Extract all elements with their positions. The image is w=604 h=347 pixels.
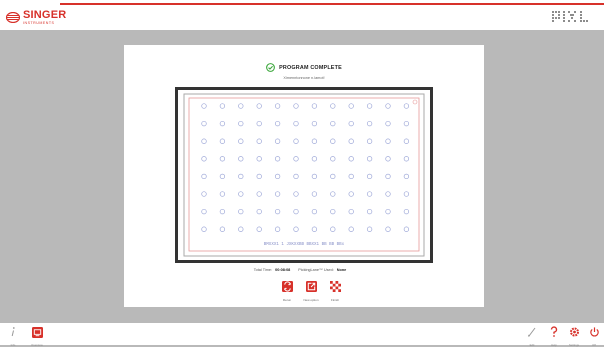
brand-subname: INSTRUMENTS [23,21,55,25]
singer-logo: SINGER INSTRUMENTS [6,10,66,26]
status-subtitle: Ximenntonnone n.lamot! [283,76,325,80]
rerun-icon [281,281,293,292]
edit-label: Edit [529,343,535,347]
power-label: Off [592,343,596,347]
overview-icon [31,327,43,338]
overview-button[interactable]: Overview [28,325,46,347]
pickinglane-label: PickingLane™ Used: [298,268,334,272]
plate-barcode: BMXXX1 1 JXKXXBB BBXX1 BB BB BBx [264,243,345,247]
pixl-logo [552,11,588,22]
finish-button[interactable]: Finish [325,279,345,305]
total-time-label: Total Time: [253,268,273,272]
header-accent-line [60,3,604,5]
status-header: PROGRAM COMPLETE [124,63,484,72]
action-buttons: Rerun New option Finish [277,279,347,305]
info-button[interactable]: Info [4,325,22,347]
pickinglane-value: None [336,268,347,272]
check-circle-icon [266,63,276,72]
top-bar: SINGER INSTRUMENTS [0,0,604,30]
edit-button[interactable]: Edit [523,325,541,347]
info-label: Info [10,343,16,347]
help-label: Help [551,343,557,347]
brand-name: SINGER [23,9,67,21]
edit-icon [527,327,536,337]
rerun-button[interactable]: Rerun [277,279,297,305]
settings-label: Settings [568,343,580,347]
settings-button[interactable]: Settings [565,325,583,347]
results-panel: PROGRAM COMPLETE Ximenntonnone n.lamot! … [124,45,484,307]
power-button[interactable]: Off [585,325,603,347]
plate-view: BMXXX1 1 JXKXXBB BBXX1 BB BB BBx [175,87,433,263]
singer-globe-icon [6,12,20,24]
help-icon [550,326,558,337]
rerun-label: Rerun [282,298,292,302]
help-button[interactable]: Help [545,325,563,347]
new-option-icon [305,281,317,292]
run-info: Total Time: 00:08:08 PickingLane™ Used: … [124,268,484,272]
finish-icon [329,281,341,292]
new-option-label: New option [303,298,319,302]
settings-icon [569,327,579,337]
overview-label: Overview [31,343,43,347]
new-option-button[interactable]: New option [301,279,321,305]
finish-label: Finish [330,298,339,302]
status-title: PROGRAM COMPLETE [279,64,342,71]
bottom-bar: Info Overview Edit Help Settings Off [0,323,604,347]
total-time-value: 00:08:08 [275,268,291,272]
info-icon [11,327,15,337]
power-icon [589,327,599,337]
